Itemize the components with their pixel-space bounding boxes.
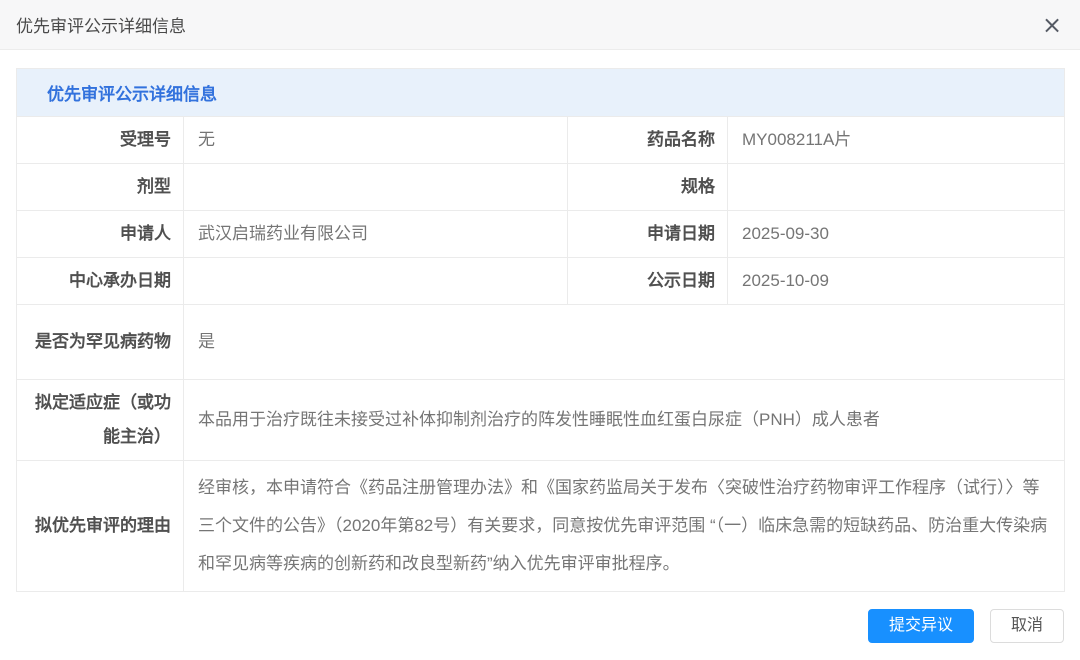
field-value	[184, 164, 568, 211]
field-label: 受理号	[17, 117, 184, 164]
field-label: 公示日期	[568, 258, 728, 305]
table-row: 剂型 规格	[17, 164, 1065, 211]
field-value: 是	[184, 305, 1065, 380]
field-value	[728, 164, 1065, 211]
field-label: 拟优先审评的理由	[17, 461, 184, 592]
dialog-title: 优先审评公示详细信息	[16, 12, 186, 37]
field-label: 剂型	[17, 164, 184, 211]
table-row: 是否为罕见病药物 是	[17, 305, 1065, 380]
field-label: 是否为罕见病药物	[17, 305, 184, 380]
dialog-footer: 提交异议 取消	[868, 609, 1064, 643]
field-label: 拟定适应症（或功能主治）	[17, 380, 184, 461]
priority-review-detail-dialog: 优先审评公示详细信息 × 优先审评公示详细信息 受理号 无 药品名称 MY008…	[0, 0, 1080, 660]
field-value: 2025-10-09	[728, 258, 1065, 305]
field-value: 武汉启瑞药业有限公司	[184, 211, 568, 258]
field-value: 2025-09-30	[728, 211, 1065, 258]
table-row: 受理号 无 药品名称 MY008211A片	[17, 117, 1065, 164]
field-value	[184, 258, 568, 305]
field-label: 药品名称	[568, 117, 728, 164]
field-label: 中心承办日期	[17, 258, 184, 305]
table-row: 中心承办日期 公示日期 2025-10-09	[17, 258, 1065, 305]
table-row: 拟定适应症（或功能主治） 本品用于治疗既往未接受过补体抑制剂治疗的阵发性睡眠性血…	[17, 380, 1065, 461]
table-row: 拟优先审评的理由 经审核，本申请符合《药品注册管理办法》和《国家药监局关于发布〈…	[17, 461, 1065, 592]
field-value: 无	[184, 117, 568, 164]
field-value: MY008211A片	[728, 117, 1065, 164]
table-header-title: 优先审评公示详细信息	[17, 69, 1065, 117]
field-value: 经审核，本申请符合《药品注册管理办法》和《国家药监局关于发布〈突破性治疗药物审评…	[184, 461, 1065, 592]
detail-table: 优先审评公示详细信息 受理号 无 药品名称 MY008211A片 剂型 规格 申…	[16, 68, 1065, 592]
field-label: 申请人	[17, 211, 184, 258]
cancel-button[interactable]: 取消	[990, 609, 1064, 643]
field-label: 规格	[568, 164, 728, 211]
close-icon[interactable]: ×	[1038, 11, 1066, 39]
table-header-row: 优先审评公示详细信息	[17, 69, 1065, 117]
field-value: 本品用于治疗既往未接受过补体抑制剂治疗的阵发性睡眠性血红蛋白尿症（PNH）成人患…	[184, 380, 1065, 461]
submit-objection-button[interactable]: 提交异议	[868, 609, 974, 643]
field-label: 申请日期	[568, 211, 728, 258]
table-row: 申请人 武汉启瑞药业有限公司 申请日期 2025-09-30	[17, 211, 1065, 258]
dialog-header: 优先审评公示详细信息 ×	[0, 0, 1080, 50]
